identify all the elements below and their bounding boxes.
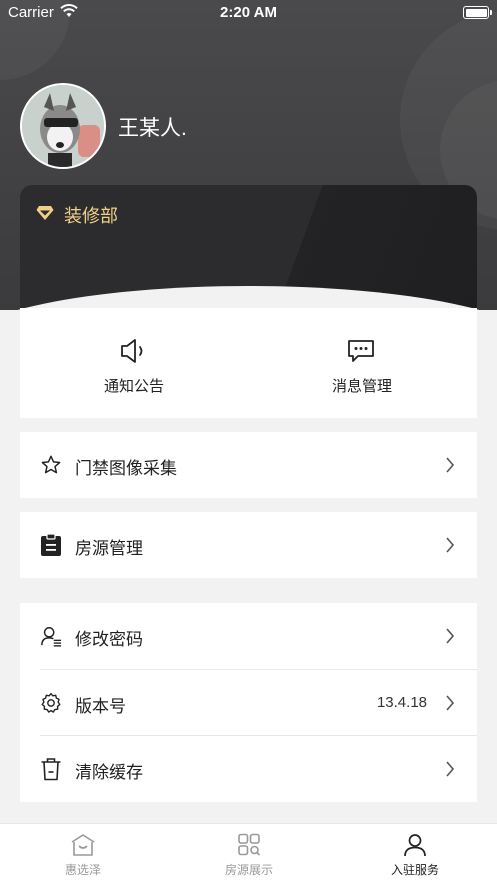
menu-group-access: 门禁图像采集: [20, 432, 477, 498]
menu-item-version[interactable]: 版本号 13.4.18: [20, 670, 477, 736]
menu-label: 版本号: [75, 697, 126, 716]
menu-item-access-capture[interactable]: 门禁图像采集: [20, 432, 477, 498]
settings-icon: [41, 692, 61, 713]
department-label: 装修部: [64, 206, 118, 226]
quick-actions-card: 通知公告 消息管理: [20, 308, 477, 418]
diamond-icon: [36, 206, 54, 220]
tab-home[interactable]: 惠选泽: [0, 824, 166, 884]
messages-label: 消息管理: [331, 378, 392, 395]
messages-button[interactable]: 消息管理: [248, 308, 476, 418]
avatar[interactable]: [20, 83, 106, 169]
tab-label: 入驻服务: [390, 863, 439, 877]
profile-header: Carrier 2:20 AM 王某人. 装修部: [0, 0, 497, 310]
chevron-right-icon: [446, 761, 455, 777]
notice-button[interactable]: 通知公告: [20, 308, 248, 418]
status-bar: Carrier 2:20 AM: [0, 0, 497, 26]
battery-icon: [463, 6, 492, 19]
menu-label: 门禁图像采集: [75, 459, 177, 478]
speaker-icon: [121, 339, 143, 363]
user-edit-icon: [41, 627, 62, 647]
version-value: 13.4.18: [376, 694, 427, 711]
star-icon: [41, 455, 61, 474]
tab-bar: 惠选泽 房源展示 入驻服务: [0, 823, 497, 884]
tab-label: 房源展示: [224, 863, 273, 877]
chevron-right-icon: [446, 457, 455, 473]
trash-icon: [41, 758, 61, 781]
menu-label: 修改密码: [75, 630, 143, 649]
menu-item-clear-cache[interactable]: 清除缓存: [20, 736, 477, 802]
chevron-right-icon: [446, 628, 455, 644]
tab-services[interactable]: 入驻服务: [332, 824, 497, 884]
message-icon: [348, 340, 374, 362]
chevron-right-icon: [446, 537, 455, 553]
tab-label: 惠选泽: [64, 863, 101, 877]
grid-icon: [238, 833, 261, 856]
user-name: 王某人.: [118, 117, 187, 140]
home-icon: [71, 834, 95, 856]
tab-listings[interactable]: 房源展示: [166, 824, 332, 884]
person-icon: [404, 834, 426, 857]
clock: 2:20 AM: [220, 4, 277, 21]
menu-label: 房源管理: [75, 539, 143, 558]
menu-item-housing[interactable]: 房源管理: [20, 512, 477, 578]
clipboard-icon: [41, 533, 61, 556]
notice-label: 通知公告: [103, 378, 164, 395]
menu-label: 清除缓存: [75, 763, 143, 782]
avatar-image: [22, 85, 104, 167]
chevron-right-icon: [446, 695, 455, 711]
menu-group-settings: 修改密码 版本号 13.4.18 清除缓存: [20, 603, 477, 802]
menu-item-change-password[interactable]: 修改密码: [20, 603, 477, 669]
menu-group-housing: 房源管理: [20, 512, 477, 578]
